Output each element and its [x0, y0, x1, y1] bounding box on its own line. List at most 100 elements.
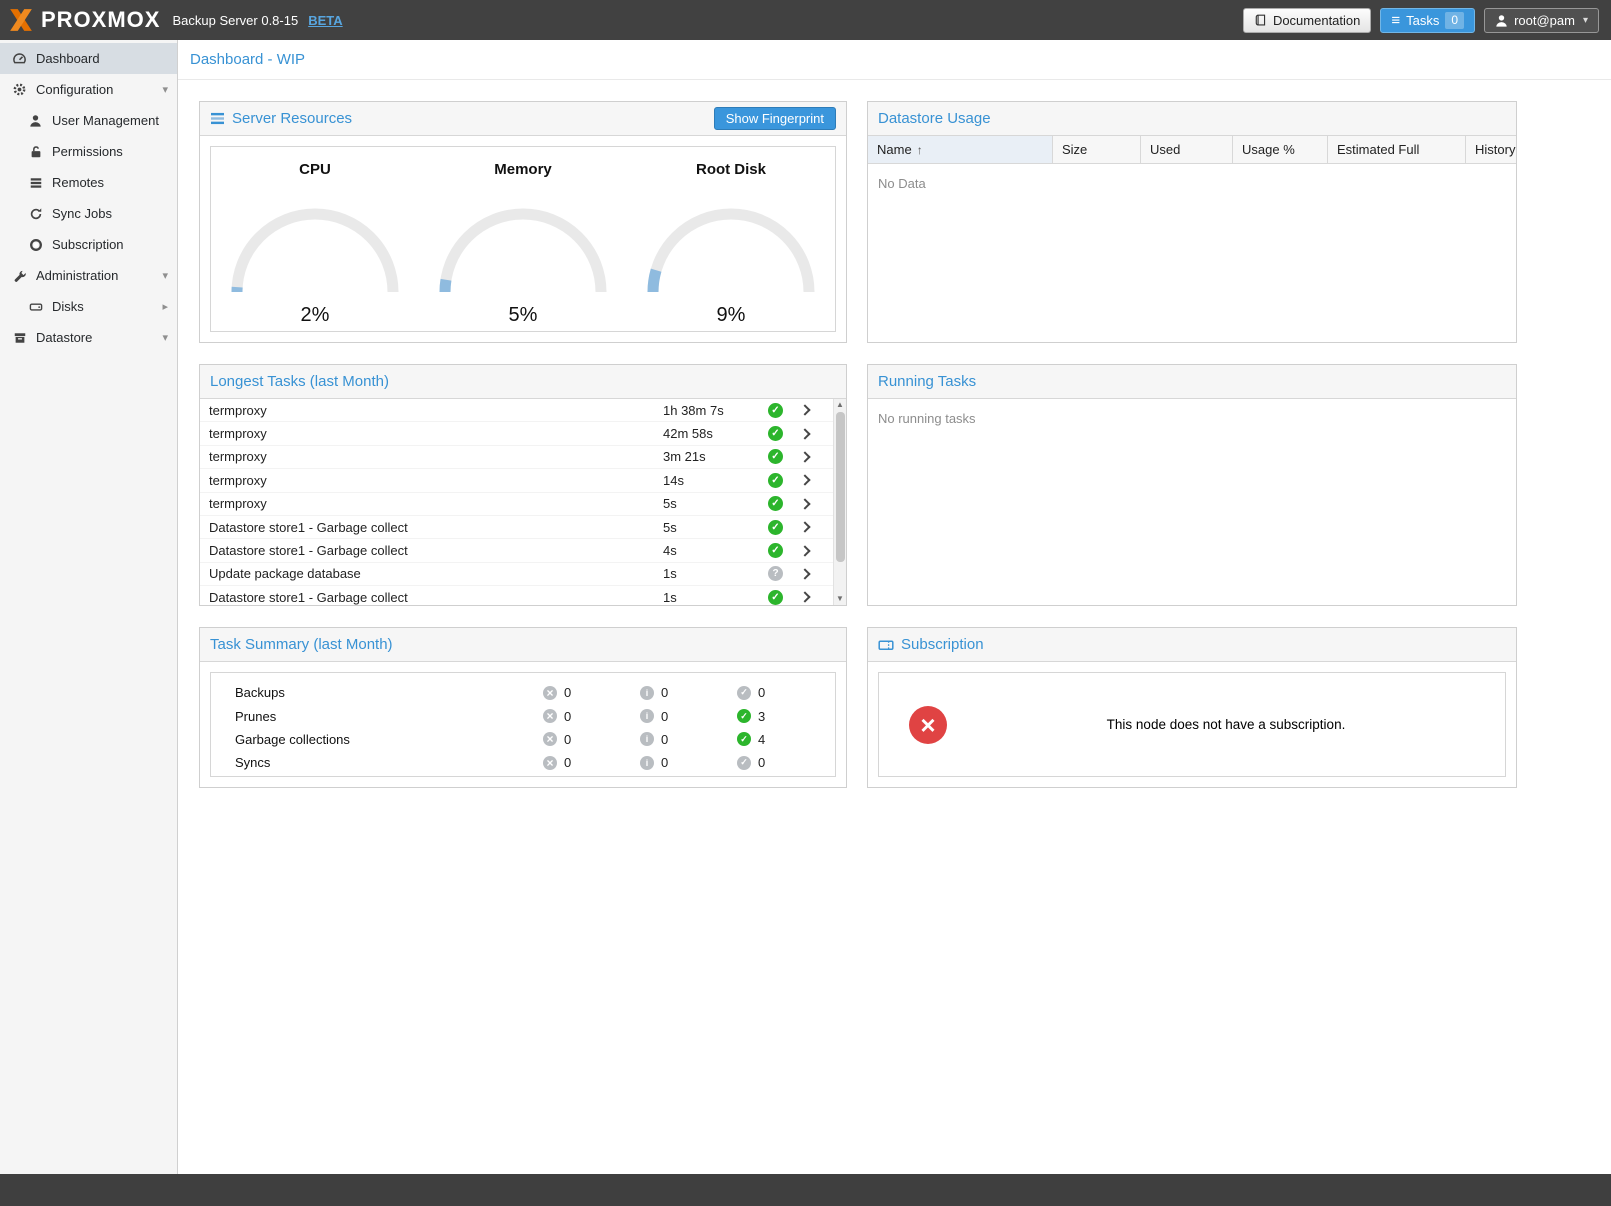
collapse-arrow-icon[interactable]: ▾: [162, 269, 168, 282]
subscription-panel: Subscription × This node does not have a…: [867, 627, 1517, 788]
scrollbar-thumb[interactable]: [836, 412, 845, 562]
sidebar-item-label: Dashboard: [36, 51, 100, 66]
task-row[interactable]: Datastore store1 - Garbage collect 4s: [200, 539, 833, 562]
unlock-icon: [28, 144, 43, 159]
ok-count-cell[interactable]: 0: [737, 685, 834, 700]
chevron-right-icon[interactable]: [799, 545, 810, 556]
hdd-icon: [28, 299, 43, 314]
task-row[interactable]: termproxy 14s: [200, 469, 833, 492]
chevron-right-icon[interactable]: [799, 451, 810, 462]
list-lines-icon: [210, 112, 225, 125]
ok-count-cell[interactable]: 3: [737, 709, 834, 724]
column-header-usage-pct[interactable]: Usage %: [1233, 136, 1328, 163]
ok-icon: [737, 756, 751, 770]
sidebar-item-label: Subscription: [52, 237, 124, 252]
error-count-cell[interactable]: 0: [543, 685, 640, 700]
sidebar-item-configuration[interactable]: Configuration ▾: [0, 74, 177, 105]
sidebar-item-permissions[interactable]: Permissions: [0, 136, 177, 167]
warning-count-cell[interactable]: 0: [640, 732, 737, 747]
chevron-right-icon[interactable]: [799, 568, 810, 579]
ticket-icon: [878, 638, 894, 652]
column-header-used[interactable]: Used: [1141, 136, 1233, 163]
root-disk-gauge: Root Disk 9%: [633, 161, 829, 331]
ok-count-cell[interactable]: 0: [737, 755, 834, 770]
scroll-down-icon[interactable]: ▼: [836, 593, 844, 605]
status-ok-icon: [768, 543, 783, 558]
gears-icon: [12, 82, 27, 97]
status-ok-icon: [768, 449, 783, 464]
chevron-right-icon[interactable]: [799, 498, 810, 509]
refresh-icon: [28, 206, 43, 221]
beta-link[interactable]: BETA: [308, 13, 342, 28]
sidebar-item-subscription[interactable]: Subscription: [0, 229, 177, 260]
tasks-label: Tasks: [1406, 13, 1439, 28]
column-header-history[interactable]: History (last Month): [1466, 136, 1516, 163]
product-subtitle: Backup Server 0.8-15: [172, 13, 298, 28]
warning-count-cell[interactable]: 0: [640, 709, 737, 724]
error-icon: [543, 732, 557, 746]
sidebar-item-label: Disks: [52, 299, 84, 314]
bottom-bar: [0, 1174, 1611, 1206]
expand-arrow-icon[interactable]: ▸: [162, 300, 168, 313]
panel-title: Task Summary (last Month): [210, 636, 393, 653]
gauge-arc: [225, 198, 405, 298]
summary-table: Backups 0 0 0 Prunes 0 0 3 Garbage c: [210, 672, 836, 777]
gauge-arc: [641, 198, 821, 298]
user-label: root@pam: [1514, 13, 1575, 28]
sidebar-item-dashboard[interactable]: Dashboard: [0, 43, 177, 74]
error-icon: [543, 709, 557, 723]
sidebar-item-label: Permissions: [52, 144, 123, 159]
task-row[interactable]: termproxy 5s: [200, 493, 833, 516]
sidebar-item-disks[interactable]: Disks ▸: [0, 291, 177, 322]
scrollbar[interactable]: ▲ ▼: [833, 399, 846, 605]
column-header-name[interactable]: Name ↑: [868, 136, 1053, 163]
chevron-right-icon[interactable]: [799, 475, 810, 486]
no-data-text: No Data: [868, 164, 1516, 203]
chevron-right-icon[interactable]: [799, 428, 810, 439]
task-row[interactable]: termproxy 3m 21s: [200, 446, 833, 469]
gauge-arc: [433, 198, 613, 298]
book-icon: [1254, 14, 1267, 27]
error-count-cell[interactable]: 0: [543, 755, 640, 770]
user-menu-button[interactable]: root@pam ▾: [1484, 8, 1599, 33]
task-row[interactable]: Datastore store1 - Garbage collect 5s: [200, 516, 833, 539]
collapse-arrow-icon[interactable]: ▾: [162, 331, 168, 344]
server-resources-panel: Server Resources Show Fingerprint CPU 2%: [199, 101, 847, 343]
task-row[interactable]: termproxy 1h 38m 7s: [200, 399, 833, 422]
sidebar: Dashboard Configuration ▾ User Managemen…: [0, 40, 178, 1174]
sidebar-item-datastore[interactable]: Datastore ▾: [0, 322, 177, 353]
running-tasks-panel: Running Tasks No running tasks: [867, 364, 1517, 606]
warning-count-cell[interactable]: 0: [640, 685, 737, 700]
chevron-right-icon[interactable]: [799, 405, 810, 416]
no-running-tasks-text: No running tasks: [868, 399, 1516, 438]
collapse-arrow-icon[interactable]: ▾: [162, 83, 168, 96]
task-row[interactable]: Update package database 1s: [200, 563, 833, 586]
status-ok-icon: [768, 590, 783, 605]
sidebar-item-user-management[interactable]: User Management: [0, 105, 177, 136]
sidebar-item-administration[interactable]: Administration ▾: [0, 260, 177, 291]
panel-title: Server Resources: [232, 110, 352, 127]
column-header-estimated-full[interactable]: Estimated Full: [1328, 136, 1466, 163]
column-header-size[interactable]: Size: [1053, 136, 1141, 163]
summary-row-prunes: Prunes 0 0 3: [211, 704, 835, 727]
ok-count-cell[interactable]: 4: [737, 732, 834, 747]
error-count-cell[interactable]: 0: [543, 732, 640, 747]
datastore-usage-panel: Datastore Usage Name ↑ Size Used Usage %…: [867, 101, 1517, 343]
show-fingerprint-button[interactable]: Show Fingerprint: [714, 107, 836, 130]
sidebar-item-label: Remotes: [52, 175, 104, 190]
scroll-up-icon[interactable]: ▲: [836, 399, 844, 411]
task-row[interactable]: termproxy 42m 58s: [200, 422, 833, 445]
task-row[interactable]: Datastore store1 - Garbage collect 1s: [200, 586, 833, 605]
task-list: termproxy 1h 38m 7s termproxy 42m 58s: [200, 399, 833, 605]
chevron-right-icon[interactable]: [799, 521, 810, 532]
sidebar-item-sync-jobs[interactable]: Sync Jobs: [0, 198, 177, 229]
warning-count-cell[interactable]: 0: [640, 755, 737, 770]
error-count-cell[interactable]: 0: [543, 709, 640, 724]
server-stack-icon: [28, 175, 43, 190]
sidebar-item-remotes[interactable]: Remotes: [0, 167, 177, 198]
documentation-button[interactable]: Documentation: [1243, 8, 1371, 33]
tasks-button[interactable]: ≡ Tasks 0: [1380, 8, 1475, 33]
chevron-right-icon[interactable]: [799, 592, 810, 603]
subscription-message: This node does not have a subscription.: [947, 717, 1505, 732]
summary-row-backups: Backups 0 0 0: [211, 681, 835, 704]
